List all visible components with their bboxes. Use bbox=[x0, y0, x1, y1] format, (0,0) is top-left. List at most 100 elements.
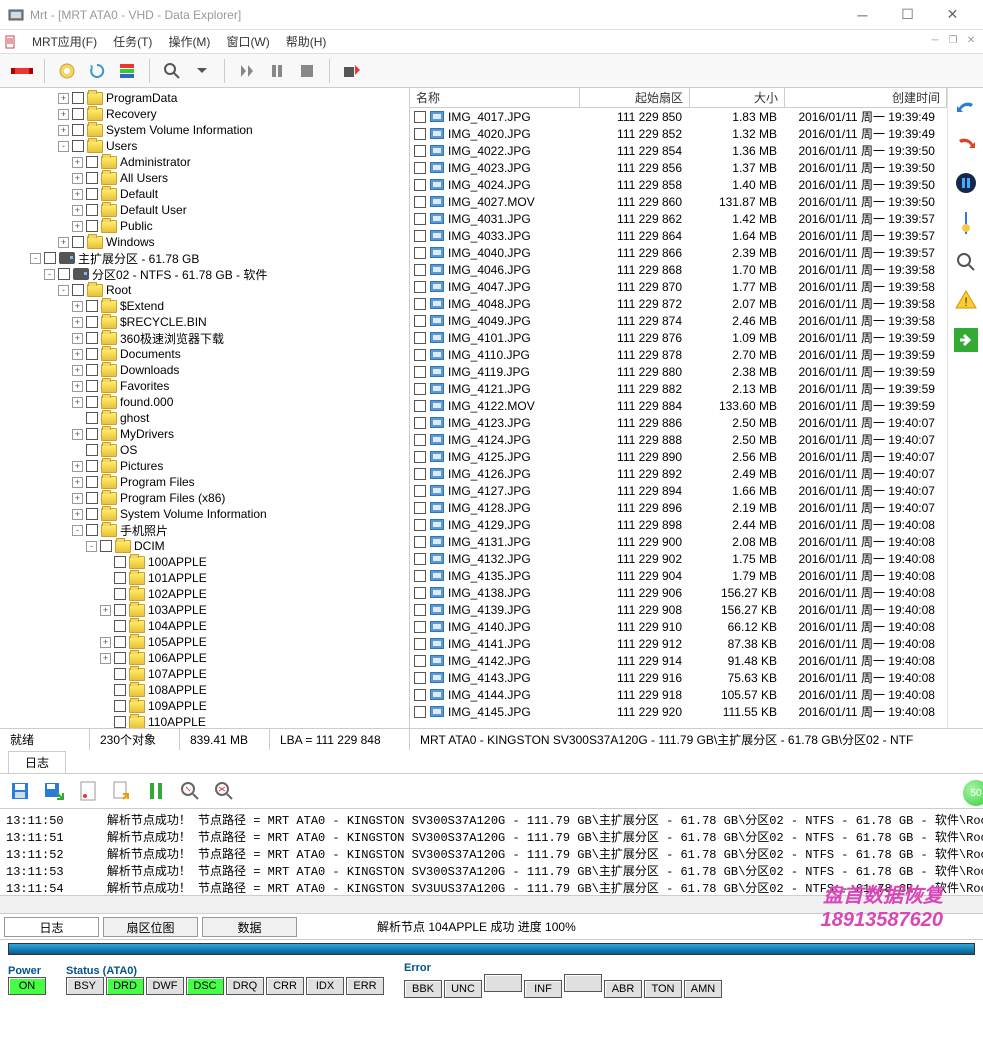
tree-checkbox[interactable] bbox=[72, 284, 84, 296]
list-row[interactable]: IMG_4047.JPG111 229 8701.77 MB2016/01/11… bbox=[410, 278, 947, 295]
menu-item[interactable]: 帮助(H) bbox=[278, 32, 335, 52]
tree-row[interactable]: -Root bbox=[2, 282, 407, 298]
tree-row[interactable]: +Windows bbox=[2, 234, 407, 250]
tree-checkbox[interactable] bbox=[114, 668, 126, 680]
tree-toggle[interactable]: + bbox=[72, 173, 83, 184]
hw-status-err[interactable]: ERR bbox=[346, 977, 384, 995]
list-row[interactable]: IMG_4144.JPG111 229 918105.57 KB2016/01/… bbox=[410, 686, 947, 703]
save-as-icon[interactable] bbox=[42, 779, 66, 803]
tree-checkbox[interactable] bbox=[114, 620, 126, 632]
zoom-icon[interactable] bbox=[956, 252, 976, 272]
tree-toggle[interactable]: + bbox=[72, 429, 83, 440]
forward-icon[interactable] bbox=[954, 328, 978, 352]
tree-checkbox[interactable] bbox=[114, 700, 126, 712]
tree-checkbox[interactable] bbox=[86, 316, 98, 328]
row-checkbox[interactable] bbox=[414, 638, 426, 650]
hw-error-btn[interactable]: BBK bbox=[404, 980, 442, 998]
hw-error-btn[interactable]: TON bbox=[644, 980, 682, 998]
tree-row[interactable]: OS bbox=[2, 442, 407, 458]
tool-export[interactable] bbox=[338, 58, 366, 84]
tree-checkbox[interactable] bbox=[72, 140, 84, 152]
row-checkbox[interactable] bbox=[414, 689, 426, 701]
tree-row[interactable]: +Pictures bbox=[2, 458, 407, 474]
tree-row[interactable]: 101APPLE bbox=[2, 570, 407, 586]
list-row[interactable]: IMG_4110.JPG111 229 8782.70 MB2016/01/11… bbox=[410, 346, 947, 363]
tree-toggle[interactable]: - bbox=[58, 285, 69, 296]
pause-log-icon[interactable] bbox=[144, 779, 168, 803]
mag2-icon[interactable] bbox=[212, 779, 236, 803]
row-checkbox[interactable] bbox=[414, 247, 426, 259]
log-scrollbar[interactable] bbox=[0, 896, 983, 914]
tab-data[interactable]: 数据 bbox=[202, 917, 297, 937]
log-body[interactable]: 13:11:50 解析节点成功！ 节点路径 = MRT ATA0 - KINGS… bbox=[0, 808, 983, 896]
tree-row[interactable]: +found.000 bbox=[2, 394, 407, 410]
tree-toggle[interactable]: + bbox=[72, 381, 83, 392]
tree-row[interactable]: +Downloads bbox=[2, 362, 407, 378]
tree-toggle[interactable]: + bbox=[72, 205, 83, 216]
tree-checkbox[interactable] bbox=[86, 332, 98, 344]
col-name[interactable]: 名称 bbox=[410, 88, 580, 107]
row-checkbox[interactable] bbox=[414, 536, 426, 548]
row-checkbox[interactable] bbox=[414, 519, 426, 531]
tree-pane[interactable]: +ProgramData+Recovery+System Volume Info… bbox=[0, 88, 410, 728]
tree-row[interactable]: +$Extend bbox=[2, 298, 407, 314]
tree-toggle[interactable]: + bbox=[72, 365, 83, 376]
list-row[interactable]: IMG_4138.JPG111 229 906156.27 KB2016/01/… bbox=[410, 584, 947, 601]
list-row[interactable]: IMG_4127.JPG111 229 8941.66 MB2016/01/11… bbox=[410, 482, 947, 499]
tree-checkbox[interactable] bbox=[114, 636, 126, 648]
row-checkbox[interactable] bbox=[414, 502, 426, 514]
list-row[interactable]: IMG_4017.JPG111 229 8501.83 MB2016/01/11… bbox=[410, 108, 947, 125]
tree-checkbox[interactable] bbox=[86, 380, 98, 392]
row-checkbox[interactable] bbox=[414, 434, 426, 446]
tree-toggle[interactable]: + bbox=[72, 221, 83, 232]
row-checkbox[interactable] bbox=[414, 145, 426, 157]
tree-checkbox[interactable] bbox=[44, 252, 56, 264]
row-checkbox[interactable] bbox=[414, 162, 426, 174]
minimize-button[interactable]: ─ bbox=[840, 0, 885, 30]
tree-row[interactable]: 110APPLE bbox=[2, 714, 407, 728]
row-checkbox[interactable] bbox=[414, 451, 426, 463]
row-checkbox[interactable] bbox=[414, 213, 426, 225]
tree-row[interactable]: +Documents bbox=[2, 346, 407, 362]
tool-search[interactable] bbox=[158, 58, 186, 84]
mdi-close[interactable]: ✕ bbox=[963, 35, 979, 49]
tree-checkbox[interactable] bbox=[86, 220, 98, 232]
tree-checkbox[interactable] bbox=[114, 716, 126, 728]
row-checkbox[interactable] bbox=[414, 621, 426, 633]
row-checkbox[interactable] bbox=[414, 655, 426, 667]
tab-log[interactable]: 日志 bbox=[4, 917, 99, 937]
tree-row[interactable]: +105APPLE bbox=[2, 634, 407, 650]
row-checkbox[interactable] bbox=[414, 672, 426, 684]
tree-toggle[interactable]: + bbox=[72, 349, 83, 360]
tree-checkbox[interactable] bbox=[86, 172, 98, 184]
tree-row[interactable]: +Program Files (x86) bbox=[2, 490, 407, 506]
tree-row[interactable]: +System Volume Information bbox=[2, 122, 407, 138]
tree-toggle[interactable]: + bbox=[72, 317, 83, 328]
hw-error-btn[interactable]: UNC bbox=[444, 980, 482, 998]
pause-icon[interactable] bbox=[955, 172, 977, 194]
list-row[interactable]: IMG_4125.JPG111 229 8902.56 MB2016/01/11… bbox=[410, 448, 947, 465]
tree-toggle[interactable]: - bbox=[86, 541, 97, 552]
list-row[interactable]: IMG_4141.JPG111 229 91287.38 KB2016/01/1… bbox=[410, 635, 947, 652]
tree-toggle[interactable]: + bbox=[72, 301, 83, 312]
tree-checkbox[interactable] bbox=[114, 572, 126, 584]
row-checkbox[interactable] bbox=[414, 400, 426, 412]
tree-toggle[interactable]: + bbox=[72, 189, 83, 200]
tree-checkbox[interactable] bbox=[86, 348, 98, 360]
tree-checkbox[interactable] bbox=[72, 236, 84, 248]
row-checkbox[interactable] bbox=[414, 570, 426, 582]
tree-row[interactable]: +360极速浏览器下载 bbox=[2, 330, 407, 346]
tree-row[interactable]: 107APPLE bbox=[2, 666, 407, 682]
tree-toggle[interactable]: + bbox=[58, 93, 69, 104]
list-row[interactable]: IMG_4135.JPG111 229 9041.79 MB2016/01/11… bbox=[410, 567, 947, 584]
tool-scan[interactable] bbox=[8, 58, 36, 84]
tree-row[interactable]: +106APPLE bbox=[2, 650, 407, 666]
doc-icon[interactable] bbox=[76, 779, 100, 803]
row-checkbox[interactable] bbox=[414, 706, 426, 718]
tree-checkbox[interactable] bbox=[114, 652, 126, 664]
tree-row[interactable]: +MyDrivers bbox=[2, 426, 407, 442]
row-checkbox[interactable] bbox=[414, 281, 426, 293]
row-checkbox[interactable] bbox=[414, 383, 426, 395]
tree-toggle[interactable]: - bbox=[30, 253, 41, 264]
tree-checkbox[interactable] bbox=[86, 396, 98, 408]
